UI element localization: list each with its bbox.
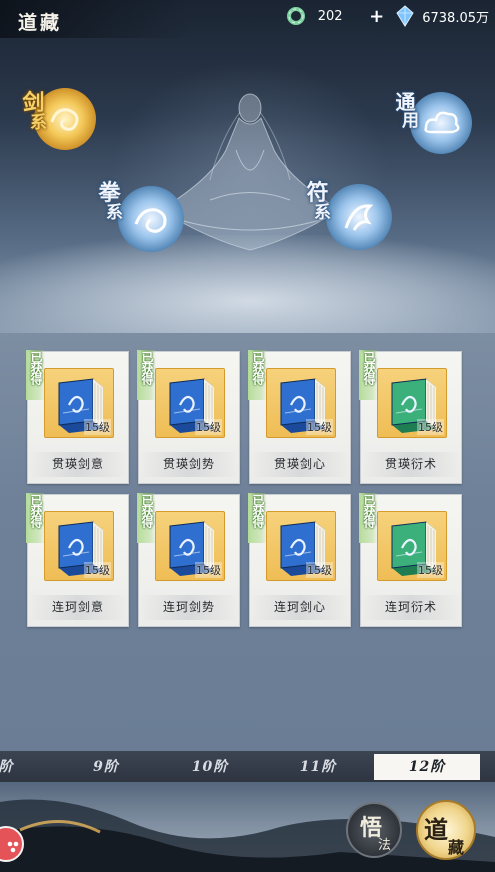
- technique-card[interactable]: 已获得 15级连珂剑心: [248, 493, 351, 627]
- tier-tab-bar: 阶 9阶 10阶 11阶 12阶: [0, 751, 495, 782]
- technique-name: 连珂衍术: [361, 595, 461, 620]
- obtained-tag: 已获得: [248, 493, 267, 543]
- tab-tier-9[interactable]: 9阶: [66, 754, 146, 780]
- item-frame: 15级: [44, 368, 114, 438]
- add-currency-button[interactable]: +: [369, 6, 384, 27]
- sword-system-label: 剑 系: [22, 90, 47, 134]
- comprehend-label-2: 法: [378, 838, 392, 853]
- level-badge: 15级: [306, 562, 333, 578]
- level-badge: 15级: [84, 562, 111, 578]
- level-badge: 15级: [195, 562, 222, 578]
- technique-card[interactable]: 已获得 15级贯瑛剑心: [248, 350, 351, 484]
- technique-card[interactable]: 已获得 15级贯瑛衍术: [359, 350, 462, 484]
- comprehend-dharma-button[interactable]: 悟 法: [346, 802, 402, 858]
- mist-clouds: [0, 235, 495, 340]
- fist-system-label: 拳 系: [98, 180, 123, 224]
- technique-name: 贯瑛剑心: [250, 452, 350, 477]
- obtained-tag: 已获得: [248, 350, 267, 400]
- obtained-tag: 已获得: [359, 493, 378, 543]
- jade-ring-icon: [287, 7, 306, 25]
- level-badge: 15级: [195, 419, 222, 435]
- general-system-orb[interactable]: [410, 92, 472, 154]
- chat-button[interactable]: [0, 826, 24, 862]
- tab-tier-10[interactable]: 10阶: [170, 754, 250, 780]
- technique-name: 连珂剑心: [250, 595, 350, 620]
- spirit-crystal-count: 6738.05万: [422, 10, 489, 26]
- obtained-tag: 已获得: [137, 350, 156, 400]
- item-frame: 15级: [266, 511, 336, 581]
- gamepad-icon: [7, 841, 19, 853]
- daozang-label-2: 藏: [448, 838, 465, 857]
- talisman-system-label: 符 系: [306, 180, 331, 224]
- item-frame: 15级: [377, 511, 447, 581]
- technique-name: 贯瑛剑势: [139, 452, 239, 477]
- level-badge: 15级: [84, 419, 111, 435]
- jade-count: 202: [317, 8, 343, 24]
- spirit-crystal-icon: [396, 5, 414, 27]
- obtained-tag: 已获得: [137, 493, 156, 543]
- obtained-tag: 已获得: [26, 350, 45, 400]
- technique-name: 连珂剑势: [139, 595, 239, 620]
- general-system-label: 通 用: [395, 90, 420, 131]
- resource-bar: 202 + 6738.05万: [285, 4, 489, 28]
- technique-card[interactable]: 已获得 15级贯瑛剑意: [26, 350, 129, 484]
- daozang-label-1: 道: [424, 815, 448, 844]
- level-badge: 15级: [417, 419, 444, 435]
- item-frame: 15级: [266, 368, 336, 438]
- phoenix-icon: [344, 204, 374, 231]
- level-badge: 15级: [417, 562, 444, 578]
- fist-system-orb[interactable]: [118, 186, 184, 252]
- item-frame: 15级: [44, 511, 114, 581]
- page-title: 道藏: [0, 0, 190, 38]
- technique-card[interactable]: 已获得 15级连珂剑势: [137, 493, 240, 627]
- tab-tier-12[interactable]: 12阶: [374, 754, 480, 780]
- item-frame: 15级: [155, 511, 225, 581]
- daozang-button[interactable]: 道 藏: [416, 800, 476, 860]
- technique-card[interactable]: 已获得 15级贯瑛剑势: [137, 350, 240, 484]
- technique-name: 贯瑛衍术: [361, 452, 461, 477]
- level-badge: 15级: [306, 419, 333, 435]
- item-frame: 15级: [155, 368, 225, 438]
- tab-tier-8[interactable]: 阶: [0, 754, 20, 780]
- technique-card[interactable]: 已获得 15级连珂衍术: [359, 493, 462, 627]
- obtained-tag: 已获得: [26, 493, 45, 543]
- cloud-icon: [424, 111, 460, 134]
- swirl-icon: [134, 208, 167, 233]
- technique-panel: 已获得 15级 贯瑛剑意 已获得 15级 贯瑛剑势 已获得 15级 贯瑛剑心 已获得 15级 贯瑛衍术…: [0, 333, 495, 753]
- technique-name: 贯瑛剑意: [28, 452, 128, 477]
- technique-card[interactable]: 已获得 15级连珂剑意: [26, 493, 129, 627]
- technique-name: 连珂剑意: [28, 595, 128, 620]
- item-frame: 15级: [377, 368, 447, 438]
- technique-grid: 已获得 15级 贯瑛剑意 已获得 15级 贯瑛剑势 已获得 15级 贯瑛剑心 已获得 15级 贯瑛衍术…: [26, 350, 462, 627]
- tab-tier-11[interactable]: 11阶: [278, 754, 358, 780]
- bottom-bar: 悟 法 道 藏: [0, 782, 495, 872]
- talisman-system-orb[interactable]: [326, 184, 392, 250]
- obtained-tag: 已获得: [359, 350, 378, 400]
- scene-backdrop: 剑 系 拳 系 符 系 通 用 道藏 202 + 6738.05万: [0, 0, 495, 340]
